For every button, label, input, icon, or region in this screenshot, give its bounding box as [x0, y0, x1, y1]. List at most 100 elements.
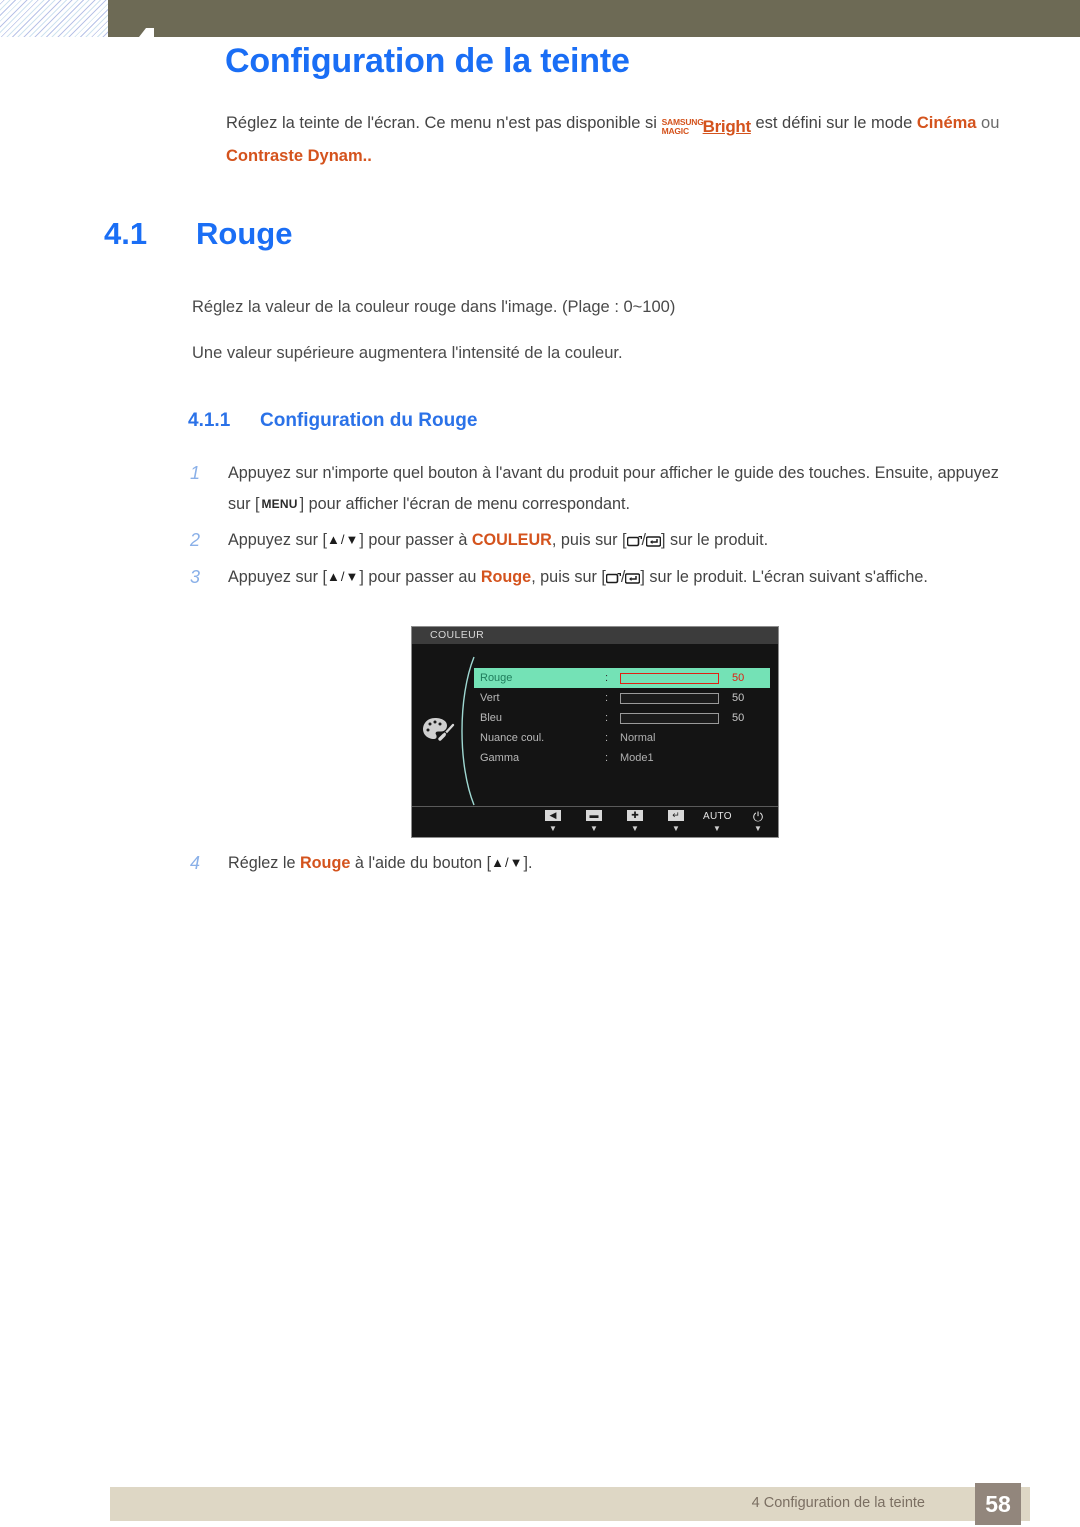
osd-row-label: Bleu	[480, 712, 503, 724]
procedure-step-list: 1 Appuyez sur n'importe quel bouton à l'a…	[190, 458, 1010, 599]
procedure-step-3: 3 Appuyez sur [▲/▼] pour passer au Rouge,…	[190, 562, 1010, 595]
body-line-intensity: Une valeur supérieure augmentera l'inten…	[192, 344, 623, 362]
enter-key-icon	[625, 564, 641, 595]
olive-header-bar	[108, 0, 1080, 37]
section-title: Rouge	[196, 216, 293, 251]
menu-rouge-label: Rouge	[480, 568, 532, 586]
osd-row-gamma[interactable]: Gamma : Mode1	[474, 748, 770, 768]
osd-enter-button[interactable]: ↵ ▼	[662, 810, 690, 833]
osd-row-colon: :	[605, 752, 609, 764]
up-down-key-glyph: ▲/▼	[326, 532, 360, 547]
osd-plus-button[interactable]: ✚ ▼	[621, 810, 649, 833]
osd-row-nuance-coul[interactable]: Nuance coul. : Normal	[474, 728, 770, 748]
osd-power-button[interactable]: ⏻ ▼	[744, 810, 772, 833]
page-header-decoration	[0, 0, 1080, 40]
mode-cinema-label: Cinéma	[916, 114, 977, 132]
button-indicator-triangle: ▼	[713, 824, 721, 833]
diagonal-hatch-pattern	[0, 0, 108, 37]
button-indicator-triangle: ▼	[549, 824, 557, 833]
procedure-step-4: 4 Réglez le Rouge à l'aide du bouton [▲/▼…	[190, 848, 928, 879]
osd-title-label: COULEUR	[430, 629, 485, 641]
osd-row-slider[interactable]	[620, 673, 719, 684]
minus-icon: ▬	[580, 810, 608, 823]
procedure-step-1: 1 Appuyez sur n'importe quel bouton à l'a…	[190, 458, 1010, 521]
step-number: 4	[190, 853, 201, 873]
osd-row-label: Nuance coul.	[480, 732, 545, 744]
body-line-range: Réglez la valeur de la couleur rouge dan…	[192, 298, 676, 316]
magicbright-logo: SAMSUNG MAGIC Bright	[661, 111, 752, 142]
button-indicator-triangle: ▼	[631, 824, 639, 833]
up-down-key-glyph: ▲/▼	[491, 855, 524, 870]
mode-contraste-dynam-label: Contraste Dynam..	[226, 147, 372, 166]
osd-menu-screenshot: COULEUR Rouge : 50 Vert : 50 Bleu: 50 N…	[411, 626, 779, 838]
auto-label: AUTO	[703, 811, 732, 822]
step-text-c: , puis sur [	[531, 568, 606, 586]
back-arrow-icon: ◀	[539, 810, 567, 823]
menu-key-glyph: MENU	[261, 497, 298, 511]
osd-row-label: Rouge	[480, 672, 513, 684]
osd-title-bar: COULEUR	[412, 627, 778, 644]
osd-row-colon: :	[605, 672, 609, 684]
step-number: 3	[190, 567, 201, 587]
step-text-d: ] sur le produit. L'écran suivant s'affi…	[640, 568, 928, 586]
osd-row-value: 50	[732, 712, 745, 724]
osd-row-colon: :	[605, 732, 609, 744]
enter-key-icon	[645, 527, 662, 558]
osd-row-label: Vert	[480, 692, 500, 704]
osd-row-colon: :	[605, 712, 609, 724]
osd-row-bleu[interactable]: Bleu : 50	[474, 708, 770, 728]
osd-row-vert[interactable]: Vert : 50	[474, 688, 770, 708]
enter-icon: ↵	[662, 810, 690, 823]
osd-button-bar: ◀ ▼ ▬ ▼ ✚ ▼ ↵ ▼ AUTO ▼ ⏻ ▼	[412, 806, 778, 837]
osd-row-slider[interactable]	[620, 713, 719, 724]
magicbright-logo-stack: SAMSUNG MAGIC	[661, 117, 704, 136]
button-indicator-triangle: ▼	[754, 824, 762, 833]
procedure-step-2: 2 Appuyez sur [▲/▼] pour passer à COULEUR…	[190, 525, 1010, 558]
page-title: Configuration de la teinte	[225, 42, 630, 80]
intro-conjunction: ou	[976, 114, 1000, 132]
step-text-a: Réglez le	[228, 854, 300, 872]
osd-row-label: Gamma	[480, 752, 520, 764]
step-text-a: Appuyez sur [	[228, 531, 327, 549]
up-down-key-glyph: ▲/▼	[326, 569, 360, 584]
return-key-icon	[626, 527, 642, 558]
subsection-number: 4.1.1	[188, 410, 231, 431]
button-indicator-triangle: ▼	[590, 824, 598, 833]
step-text-d: ] sur le produit.	[661, 531, 769, 549]
osd-minus-button[interactable]: ▬ ▼	[580, 810, 608, 833]
osd-row-value: Normal	[620, 732, 656, 744]
osd-row-slider[interactable]	[620, 693, 719, 704]
osd-row-rouge[interactable]: Rouge : 50	[474, 668, 770, 688]
return-key-icon	[605, 564, 622, 595]
step-text-b: ] pour passer à	[359, 531, 472, 549]
magicbright-logo-magic: MAGIC	[661, 125, 690, 136]
section-heading: 4.1 Rouge	[104, 216, 292, 252]
intro-paragraph: Réglez la teinte de l'écran. Ce menu n'e…	[226, 108, 1016, 172]
osd-auto-button[interactable]: AUTO ▼	[703, 810, 732, 833]
step-text-b: à l'aide du bouton [	[350, 854, 492, 872]
osd-button-group: ◀ ▼ ▬ ▼ ✚ ▼ ↵ ▼ AUTO ▼ ⏻ ▼	[539, 810, 772, 833]
osd-row-value: Mode1	[620, 752, 654, 764]
page-footer: 4 Configuration de la teinte 58	[110, 1483, 1030, 1525]
osd-row-value: 50	[732, 672, 745, 684]
step-text-c: , puis sur [	[551, 531, 627, 549]
subsection-title: Configuration du Rouge	[260, 410, 478, 431]
plus-icon: ✚	[621, 810, 649, 823]
intro-text-part2: est défini sur le mode	[750, 114, 917, 132]
intro-text-part1: Réglez la teinte de l'écran. Ce menu n'e…	[226, 114, 662, 132]
step-text-a: Appuyez sur [	[228, 568, 327, 586]
osd-back-button[interactable]: ◀ ▼	[539, 810, 567, 833]
osd-menu-rows: Rouge : 50 Vert : 50 Bleu : 50 Nuance co…	[474, 668, 770, 768]
step-text-b: ] pour passer au	[359, 568, 481, 586]
osd-row-colon: :	[605, 692, 609, 704]
step-text-c: ].	[523, 854, 533, 872]
menu-rouge-label: Rouge	[299, 854, 351, 872]
step-text-b: ] pour afficher l'écran de menu correspo…	[299, 495, 630, 513]
button-indicator-triangle: ▼	[672, 824, 680, 833]
power-icon: ⏻	[752, 809, 764, 824]
section-number: 4.1	[104, 216, 148, 251]
osd-row-value: 50	[732, 692, 745, 704]
step-number: 2	[190, 530, 201, 550]
magicbright-logo-bright: Bright	[702, 117, 752, 137]
menu-couleur-label: COULEUR	[471, 531, 552, 549]
